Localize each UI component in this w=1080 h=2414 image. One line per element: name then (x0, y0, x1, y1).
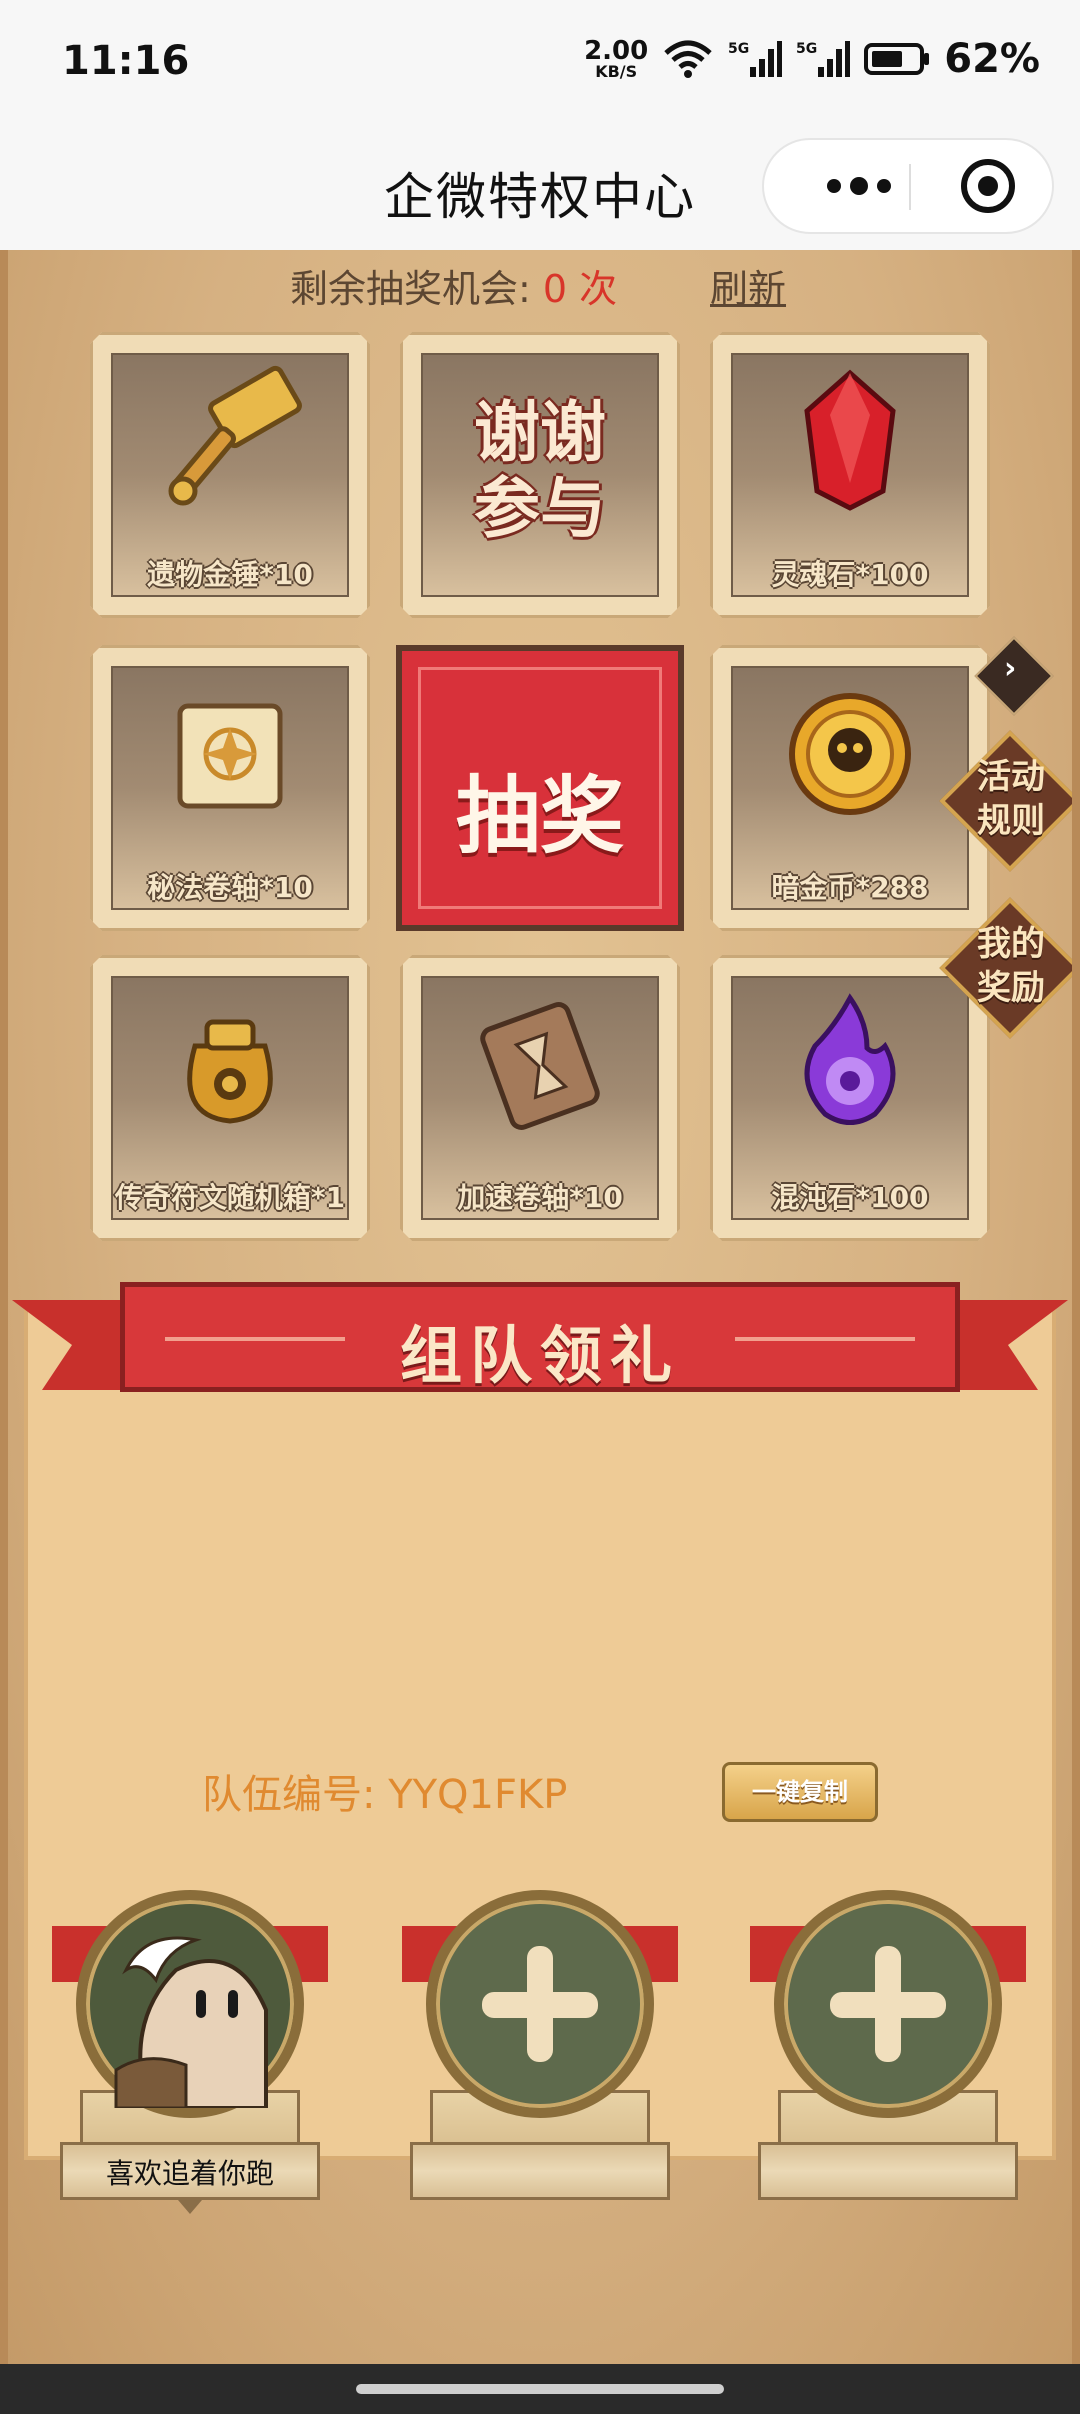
scroll-icon (177, 703, 283, 809)
activity-rules-tab[interactable]: 活动 规则 (939, 730, 1080, 872)
rewards-tab-line-1: 我的 (977, 924, 1045, 964)
chevron-right-icon: › (1004, 651, 1017, 687)
system-home-bar (0, 2364, 1080, 2414)
prize-label: 混沌石*100 (771, 1181, 929, 1214)
battery-icon (864, 43, 930, 75)
remaining-chances: 剩余抽奖机会: 0 次 (290, 258, 617, 313)
thanks-line-2: 参与 (474, 470, 606, 547)
draw-button[interactable]: 抽奖 (396, 645, 684, 931)
prize-card: 传奇符文随机箱*1 (90, 955, 370, 1241)
close-miniapp-icon[interactable] (942, 140, 1034, 232)
team-id: 队伍编号: YYQ1FKP (202, 1772, 568, 1818)
miniapp-capsule (762, 138, 1054, 234)
member-pointer (178, 2200, 202, 2214)
rewards-tab-line-2: 奖励 (977, 968, 1045, 1008)
prize-card: 遗物金锤*10 (90, 332, 370, 618)
remaining-label: 剩余抽奖机会: (290, 267, 543, 311)
prize-card: 加速卷轴*10 (400, 955, 680, 1241)
member-name-plate (410, 2142, 670, 2200)
capsule-divider (909, 164, 911, 210)
svg-text:5G: 5G (728, 41, 749, 57)
prize-card: 秘法卷轴*10 (90, 645, 370, 931)
network-speed: 2.00 KB/S (584, 38, 648, 80)
refresh-link[interactable]: 刷新 (710, 258, 786, 313)
rules-tab-line-1: 活动 (977, 757, 1045, 797)
rewards-tab-label: 我的 奖励 (942, 922, 1080, 1010)
prize-label: 灵魂石*100 (771, 558, 929, 591)
draw-button-label: 抽奖 (455, 767, 624, 865)
home-indicator[interactable] (356, 2384, 724, 2394)
signal-5g-icon: 5G (728, 41, 783, 77)
status-bar: 11:16 2.00 KB/S 5G 5G 62% (0, 0, 1080, 125)
battery-percent: 62% (944, 36, 1040, 82)
team-member-slot-empty[interactable] (390, 1880, 690, 2220)
team-member-slot: 喜欢追着你跑 (40, 1880, 340, 2220)
my-rewards-tab[interactable]: 我的 奖励 (939, 897, 1080, 1039)
network-speed-value: 2.00 (584, 36, 649, 66)
prize-card-thanks: 谢谢 参与 (400, 332, 680, 618)
hourglass-scroll-icon (480, 1002, 600, 1130)
rules-tab-label: 活动 规则 (942, 755, 1080, 843)
svg-text:5G: 5G (796, 41, 817, 57)
member-name-plate (758, 2142, 1018, 2200)
signal-5g-icon-2: 5G (796, 41, 851, 77)
red-gem-icon (804, 369, 896, 511)
member-avatar (76, 1890, 304, 2118)
skull-coin-icon (789, 693, 911, 815)
remaining-count: 0 次 (542, 267, 618, 311)
purple-flame-icon (804, 993, 896, 1125)
prize-label: 加速卷轴*10 (457, 1181, 623, 1214)
copy-team-id-button[interactable]: 一键复制 (722, 1762, 878, 1822)
thanks-line-1: 谢谢 (474, 394, 606, 471)
member-name: 喜欢追着你跑 (105, 2157, 274, 2190)
wifi-icon (664, 40, 712, 78)
team-banner-title: 组队领礼 (399, 1319, 680, 1392)
rules-tab-line-2: 规则 (977, 801, 1045, 841)
team-member-slot-empty[interactable] (738, 1880, 1038, 2220)
status-icons: 2.00 KB/S 5G 5G 62% (584, 36, 1040, 82)
prize-card: 灵魂石*100 (710, 332, 990, 618)
hammer-icon (168, 365, 302, 506)
more-icon[interactable] (804, 140, 914, 232)
team-banner: 组队领礼 (120, 1282, 960, 1392)
prize-label: 遗物金锤*10 (147, 558, 313, 591)
thanks-text: 谢谢 参与 (403, 395, 677, 547)
network-speed-unit: KB/S (595, 62, 638, 81)
prize-label: 传奇符文随机箱*1 (114, 1181, 346, 1214)
status-time: 11:16 (62, 38, 190, 84)
avatar-image (114, 1936, 268, 2108)
prize-label: 秘法卷轴*10 (147, 871, 313, 904)
rune-bag-icon (187, 1019, 273, 1124)
